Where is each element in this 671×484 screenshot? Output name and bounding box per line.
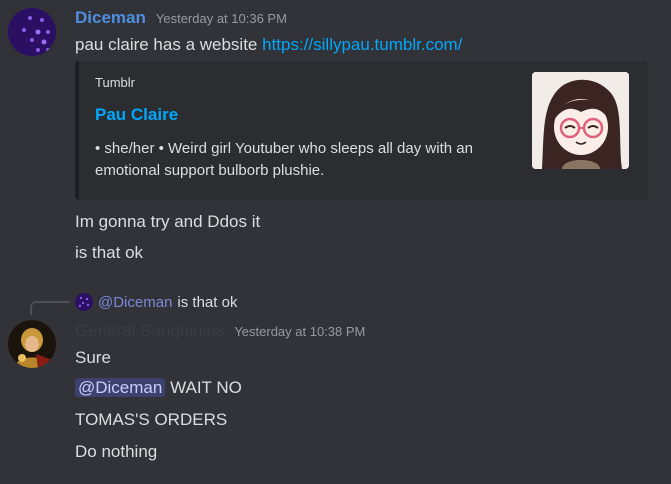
message-line-3: TOMAS'S ORDERS <box>75 410 228 429</box>
reply-text: is that ok <box>177 293 238 311</box>
warrior-avatar-icon <box>8 320 56 368</box>
user-mention[interactable]: @Diceman <box>75 378 166 397</box>
message-line-1: Im gonna try and Ddos it <box>75 212 261 231</box>
timestamp[interactable]: Yesterday at 10:38 PM <box>234 324 365 339</box>
message-line-2: @Diceman WAIT NO <box>75 378 242 398</box>
link-embed: Tumblr Pau Claire • she/her • Weird girl… <box>75 61 648 200</box>
girl-drawing-icon <box>532 72 629 169</box>
embed-description: • she/her • Weird girl Youtuber who slee… <box>95 140 473 179</box>
reply-avatar-icon <box>75 293 93 311</box>
website-link[interactable]: https://sillypau.tumblr.com/ <box>262 35 462 54</box>
reply-username[interactable]: @Diceman <box>98 294 172 311</box>
message-line-1: Sure <box>75 348 111 367</box>
message-text: pau claire has a website https://sillypa… <box>75 35 462 55</box>
timestamp[interactable]: Yesterday at 10:36 PM <box>156 11 287 26</box>
embed-title[interactable]: Pau Claire <box>95 105 178 125</box>
dice-avatar-icon <box>8 8 56 56</box>
reply-connector <box>30 301 70 315</box>
embed-provider[interactable]: Tumblr <box>95 75 135 90</box>
message-text-prefix: pau claire has a website <box>75 35 263 54</box>
message-text: WAIT NO <box>165 378 242 397</box>
reply-reference[interactable]: @Diceman is that ok <box>75 292 237 312</box>
avatar-general-sanguinius[interactable] <box>8 320 56 368</box>
message-line-4: Do nothing <box>75 442 158 461</box>
avatar-diceman[interactable] <box>8 8 56 56</box>
message-line-2: is that ok <box>75 243 144 262</box>
username[interactable]: Diceman <box>75 8 146 28</box>
username[interactable]: General Sanguinius <box>75 321 224 341</box>
embed-thumbnail[interactable] <box>532 72 629 169</box>
